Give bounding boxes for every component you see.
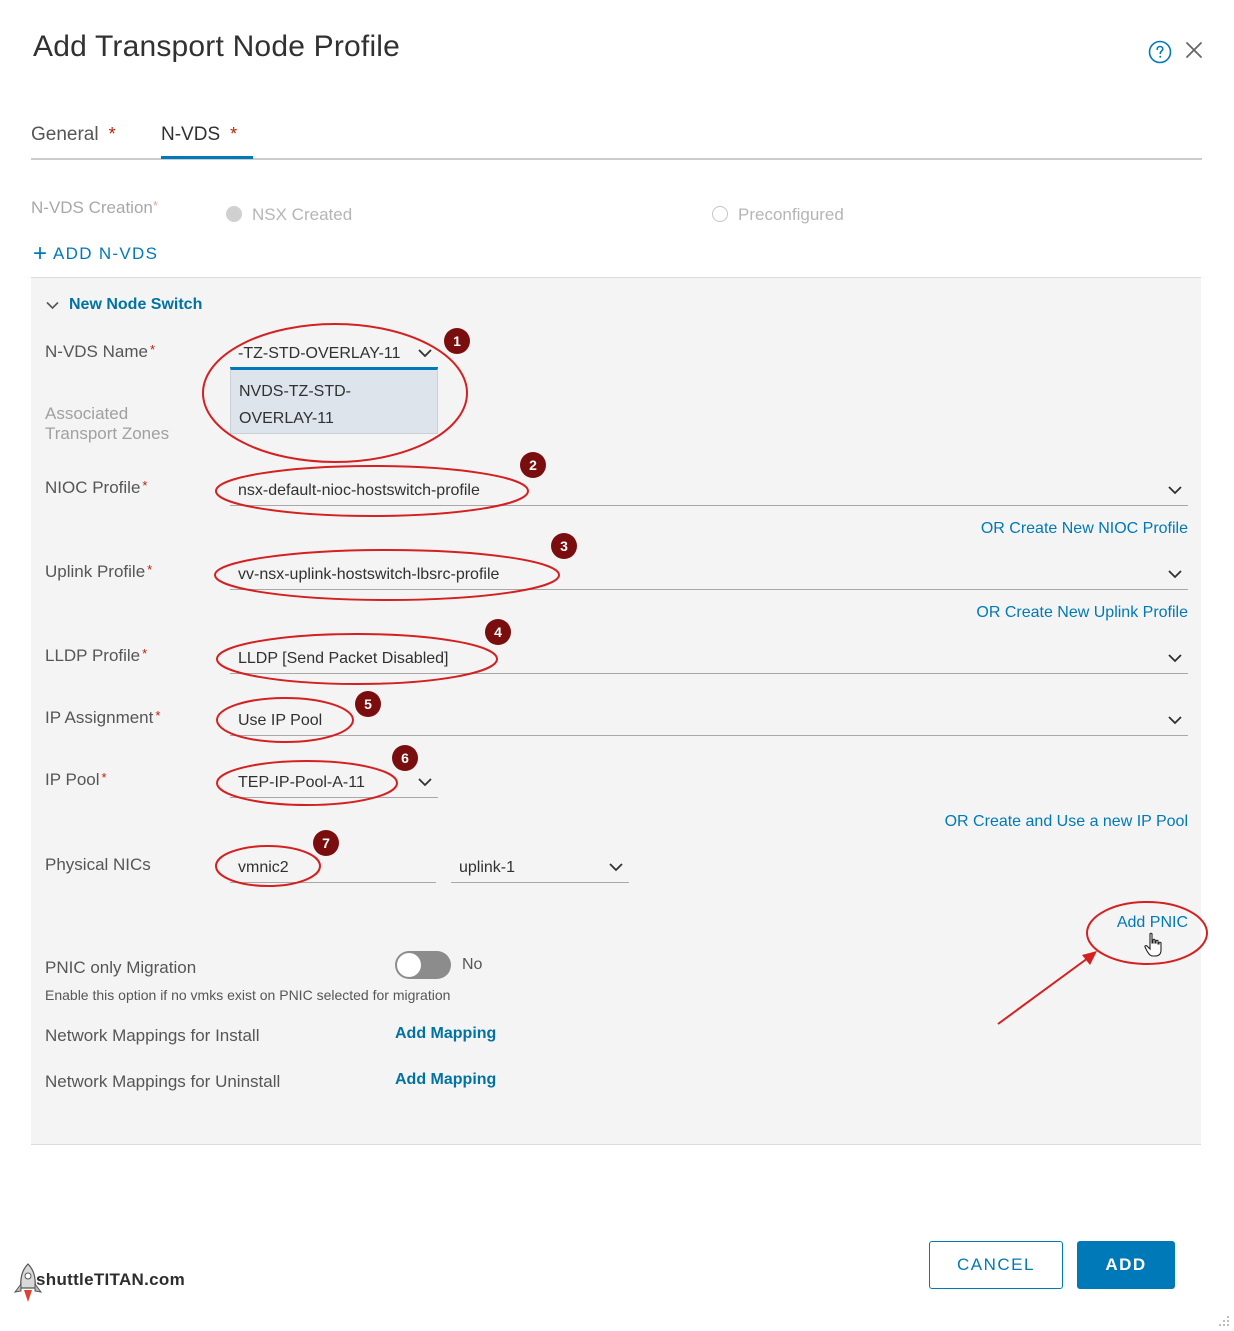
chevron-down-icon [46,301,59,310]
required-marker: * [155,708,161,723]
nvds-name-value: -TZ-STD-OVERLAY-11 [238,345,401,362]
create-uplink-profile-link[interactable]: OR Create New Uplink Profile [976,604,1188,622]
section-toggle-new-node-switch[interactable]: New Node Switch [46,296,202,314]
plus-icon: + [33,240,48,267]
radio-nsx-created[interactable] [226,206,242,222]
nvds-name-label: N-VDS Name * [45,342,155,362]
tab-nvds[interactable]: N-VDS * [161,124,237,158]
nioc-profile-value: nsx-default-nioc-hostswitch-profile [238,482,480,499]
add-nvds-button[interactable]: + ADD N-VDS [33,240,158,268]
mappings-install-label: Network Mappings for Install [45,1026,260,1045]
dropdown-option-line-1: NVDS-TZ-STD- [239,383,351,400]
add-mapping-uninstall-link[interactable]: Add Mapping [395,1071,496,1089]
tab-bar: General * N-VDS * [31,120,1202,160]
pnic-select[interactable]: vmnic2 [230,853,436,883]
lldp-profile-select[interactable]: LLDP [Send Packet Disabled] [230,644,1188,674]
close-icon[interactable] [1184,40,1204,60]
add-button[interactable]: ADD [1077,1241,1175,1289]
chevron-down-icon [418,349,432,358]
hand-cursor-icon [1144,932,1162,957]
transport-zones-label-line-2: Transport Zones [45,424,170,443]
mappings-uninstall-label: Network Mappings for Uninstall [45,1072,281,1091]
uplink-select[interactable]: uplink-1 [451,853,629,883]
uplink-profile-select[interactable]: vv-nsx-uplink-hostswitch-lbsrc-profile [230,560,1188,590]
nioc-profile-label-text: NIOC Profile [45,478,141,497]
ip-pool-label-text: IP Pool [45,770,100,789]
transport-zones-label: Associated Transport Zones [45,404,169,444]
lldp-profile-label-text: LLDP Profile [45,646,141,665]
chevron-down-icon [1168,570,1182,579]
required-marker: * [147,562,153,577]
add-nvds-label: ADD N-VDS [53,244,159,263]
tab-general[interactable]: General * [31,124,116,158]
nioc-profile-label: NIOC Profile * [45,478,147,498]
tab-nvds-label: N-VDS [161,124,221,145]
chevron-down-icon [418,778,432,787]
ip-assignment-label: IP Assignment * [45,708,160,728]
active-tab-indicator [161,156,253,159]
tab-general-label: General [31,124,99,145]
physical-nics-label: Physical NICs [45,855,151,874]
pnic-migration-help-text: Enable this option if no vmks exist on P… [45,987,451,1003]
chevron-down-icon [1168,486,1182,495]
required-marker: * [149,342,156,357]
pnic-migration-label: PNIC only Migration [45,958,197,977]
ip-pool-label: IP Pool * [45,770,107,790]
pnic-value: vmnic2 [238,859,289,876]
radio-nsx-created-label: NSX Created [252,205,353,224]
uplink-value: uplink-1 [459,859,516,876]
cancel-button[interactable]: CANCEL [929,1241,1063,1289]
nioc-profile-select[interactable]: nsx-default-nioc-hostswitch-profile [230,476,1188,506]
ip-assignment-select[interactable]: Use IP Pool [230,706,1188,736]
chevron-down-icon [1168,654,1182,663]
lldp-profile-label: LLDP Profile * [45,646,147,666]
create-ip-pool-link[interactable]: OR Create and Use a new IP Pool [945,813,1188,831]
transport-zones-label-line-1: Associated [45,404,129,423]
help-circle-icon[interactable] [1148,40,1172,64]
required-marker: * [108,124,116,144]
chevron-down-icon [1168,716,1182,725]
radio-preconfigured-label: Preconfigured [738,205,844,224]
toggle-knob [397,953,421,977]
required-marker: * [230,124,238,144]
uplink-profile-value: vv-nsx-uplink-hostswitch-lbsrc-profile [238,566,500,583]
add-mapping-install-link[interactable]: Add Mapping [395,1025,496,1043]
resize-grip-icon[interactable] [1216,1314,1230,1328]
chevron-down-icon [609,863,623,872]
dropdown-option-line-2: OVERLAY-11 [239,410,334,427]
add-pnic-link[interactable]: Add PNIC [1117,914,1188,932]
ip-pool-select[interactable]: TEP-IP-Pool-A-11 [230,768,438,798]
nvds-creation-label: N-VDS Creation* [31,198,158,218]
lldp-profile-value: LLDP [Send Packet Disabled] [238,650,449,667]
uplink-profile-label: Uplink Profile * [45,562,152,582]
required-marker: * [152,198,158,213]
pnic-migration-toggle-label: No [462,956,483,973]
ip-pool-value: TEP-IP-Pool-A-11 [238,774,365,791]
section-title: New Node Switch [69,296,203,313]
ip-assignment-label-text: IP Assignment [45,708,154,727]
required-marker: * [142,646,148,661]
nvds-name-select[interactable]: -TZ-STD-OVERLAY-11 [230,339,438,369]
uplink-profile-label-text: Uplink Profile [45,562,146,581]
required-marker: * [101,770,107,785]
nvds-name-label-text: N-VDS Name [45,342,148,361]
pnic-migration-toggle[interactable] [395,951,451,979]
watermark-text: shuttleTITAN.com [36,1270,185,1289]
required-marker: * [142,478,148,493]
radio-preconfigured[interactable] [712,206,728,222]
nvds-creation-label-text: N-VDS Creation [31,198,153,217]
nvds-name-dropdown-option[interactable]: NVDS-TZ-STD- OVERLAY-11 [230,368,438,434]
dialog-title: Add Transport Node Profile [33,30,401,63]
ip-assignment-value: Use IP Pool [238,712,323,729]
create-nioc-profile-link[interactable]: OR Create New NIOC Profile [981,520,1188,538]
